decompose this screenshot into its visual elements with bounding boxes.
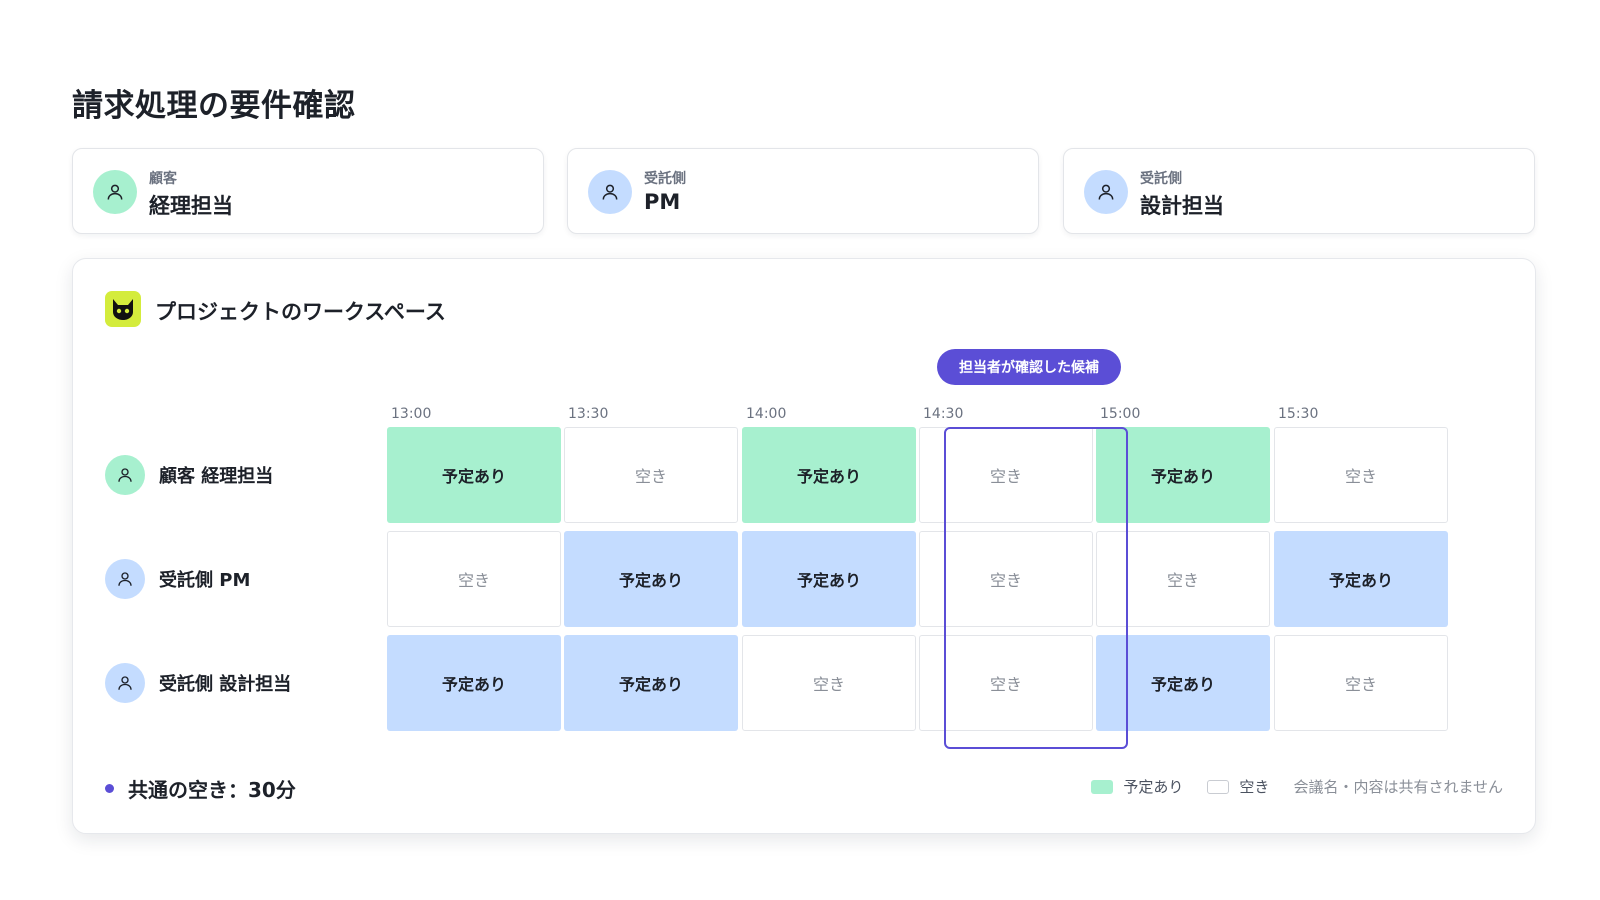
- schedule-cell[interactable]: 空き: [1274, 427, 1448, 523]
- legend-label: 空き: [1239, 778, 1270, 796]
- schedule-cell[interactable]: 空き: [564, 427, 738, 523]
- row-label-customer-accounting: 顧客 経理担当: [105, 455, 273, 495]
- time-label: 14:30: [923, 406, 964, 422]
- user-icon: [105, 455, 145, 495]
- user-icon: [105, 663, 145, 703]
- common-free-summary: 共通の空き：30分: [105, 774, 296, 803]
- participant-role: 受託側: [1140, 171, 1182, 187]
- participant-card-vendor-designer: 受託側 設計担当: [1063, 148, 1535, 234]
- page-title: 請求処理の要件確認: [72, 88, 356, 124]
- user-icon: [93, 170, 137, 214]
- candidate-badge: 担当者が確認した候補: [937, 349, 1121, 385]
- schedule-cell[interactable]: 予定あり: [387, 427, 561, 523]
- row-label-text: 受託側 PM: [159, 570, 251, 591]
- user-icon: [105, 559, 145, 599]
- legend-item-free: 空き: [1207, 776, 1269, 797]
- schedule-cell[interactable]: 空き: [919, 635, 1093, 731]
- schedule-cell[interactable]: 予定あり: [564, 635, 738, 731]
- participant-name: PM: [644, 190, 681, 214]
- schedule-cell[interactable]: 空き: [919, 531, 1093, 627]
- legend-label: 予定あり: [1123, 778, 1184, 796]
- row-label-text: 受託側 設計担当: [159, 674, 292, 695]
- time-label: 13:00: [391, 406, 432, 422]
- workspace-panel: プロジェクトのワークスペース 担当者が確認した候補 13:00 13:30 14…: [72, 258, 1536, 834]
- privacy-note: 会議名・内容は共有されません: [1293, 778, 1503, 796]
- bullet-dot: [105, 784, 114, 793]
- time-label: 14:00: [746, 406, 787, 422]
- schedule-cell[interactable]: 空き: [919, 427, 1093, 523]
- legend: 予定あり 空き 会議名・内容は共有されません: [1091, 776, 1503, 797]
- participant-card-vendor-pm: 受託側 PM: [567, 148, 1039, 234]
- participant-name: 設計担当: [1140, 194, 1224, 218]
- legend-item-busy: 予定あり: [1091, 776, 1183, 797]
- schedule-cell[interactable]: 空き: [1274, 635, 1448, 731]
- schedule-cell[interactable]: 予定あり: [1096, 635, 1270, 731]
- common-free-text: 共通の空き：30分: [128, 778, 296, 802]
- participant-role: 顧客: [149, 171, 177, 187]
- legend-swatch-busy: [1091, 779, 1114, 794]
- time-label: 13:30: [568, 406, 609, 422]
- user-icon: [1084, 170, 1128, 214]
- workspace-title: プロジェクトのワークスペース: [155, 300, 446, 324]
- row-label-vendor-pm: 受託側 PM: [105, 559, 250, 599]
- schedule-cell[interactable]: 予定あり: [742, 427, 916, 523]
- schedule-cell[interactable]: 予定あり: [564, 531, 738, 627]
- schedule-cell[interactable]: 予定あり: [1096, 427, 1270, 523]
- schedule-cell[interactable]: 予定あり: [1274, 531, 1448, 627]
- cat-face-icon: [105, 291, 141, 327]
- schedule-cell[interactable]: 予定あり: [387, 635, 561, 731]
- schedule-cell[interactable]: 空き: [1096, 531, 1270, 627]
- participant-card-customer-accounting: 顧客 経理担当: [72, 148, 544, 234]
- schedule-cell[interactable]: 空き: [742, 635, 916, 731]
- schedule-cell[interactable]: 空き: [387, 531, 561, 627]
- participant-role: 受託側: [644, 171, 686, 187]
- row-label-vendor-designer: 受託側 設計担当: [105, 663, 291, 703]
- user-icon: [588, 170, 632, 214]
- participant-name: 経理担当: [149, 194, 233, 218]
- time-label: 15:30: [1278, 406, 1319, 422]
- legend-swatch-free: [1207, 779, 1230, 794]
- time-label: 15:00: [1100, 406, 1141, 422]
- row-label-text: 顧客 経理担当: [159, 466, 274, 487]
- schedule-cell[interactable]: 予定あり: [742, 531, 916, 627]
